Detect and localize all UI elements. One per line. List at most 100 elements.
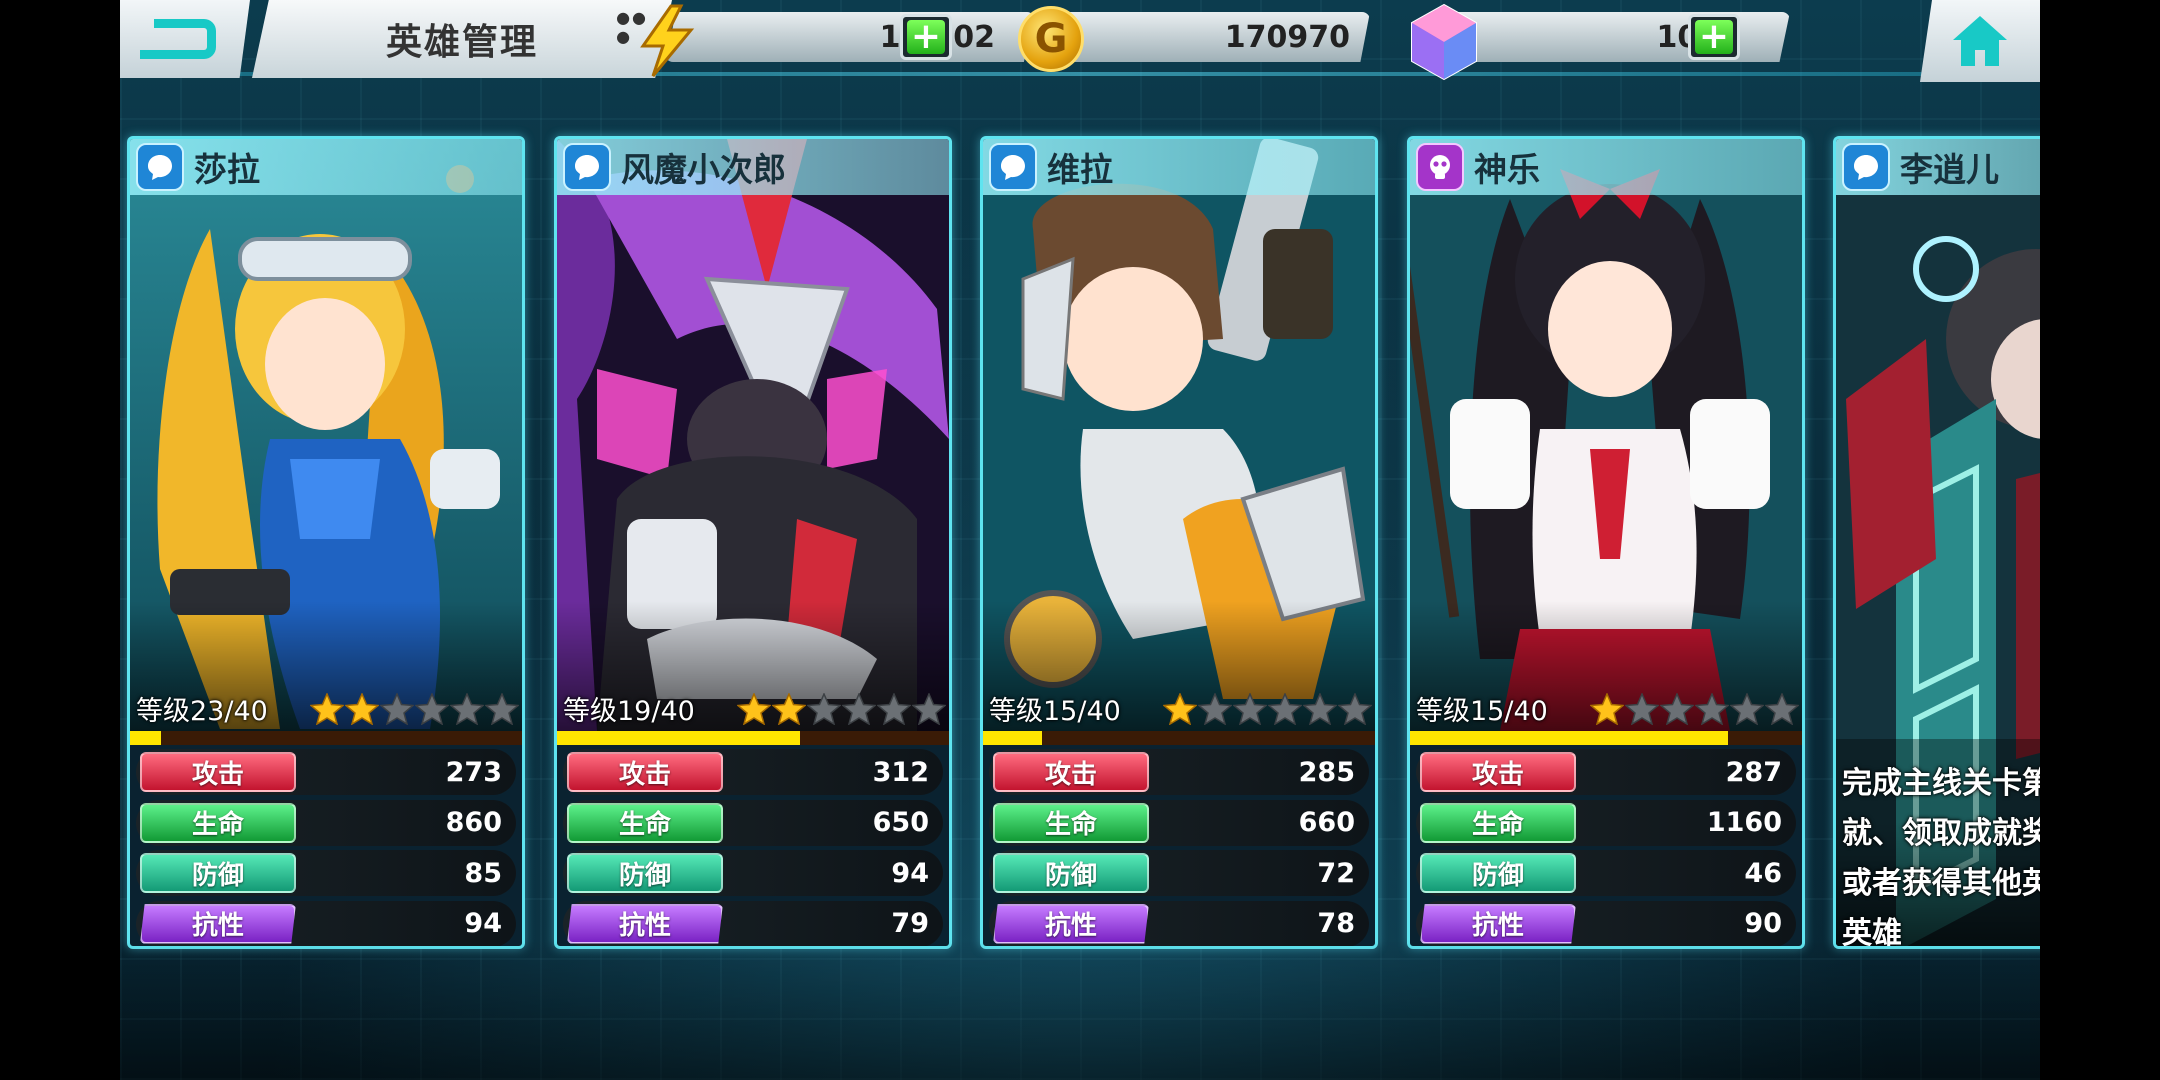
hero-portrait [130, 139, 522, 731]
level-row: 等级15/40 [983, 687, 1375, 729]
xp-fill [130, 731, 162, 745]
star-rating [1590, 693, 1800, 725]
stat-defense: 防御 72 [989, 850, 1369, 896]
hero-name-bar: 神乐 [1410, 139, 1802, 195]
hero-portrait [983, 139, 1375, 731]
stat-value: 46 [1744, 857, 1782, 889]
element-spirit-icon [1416, 143, 1464, 191]
stat-value: 287 [1725, 756, 1782, 788]
xp-fill [1410, 731, 1728, 745]
star-empty-icon [877, 693, 911, 725]
back-icon [140, 19, 216, 59]
unlock-hint: 完成主线关卡第 就、领取成就奖 或者获得其他英 英雄 [1842, 759, 2040, 949]
star-filled-icon [1163, 693, 1197, 725]
stat-value: 90 [1744, 908, 1782, 939]
stat-defense: 防御 46 [1416, 850, 1796, 896]
stat-resistance: 抗性 78 [989, 900, 1369, 946]
stat-resistance: 抗性 79 [563, 900, 943, 946]
hero-management-screen: 英雄管理 ●●● 15/102 + G 170970 1020 + [120, 0, 2040, 1080]
hero-level: 等级15/40 [1416, 695, 1548, 727]
element-water-icon [989, 143, 1037, 191]
stat-value: 273 [445, 756, 502, 788]
hero-portrait [557, 139, 949, 731]
hero-card[interactable]: 神乐 等级15/40 攻击 287 生命 1160 防御 46 抗性 90 [1407, 136, 1805, 949]
home-button[interactable] [1920, 0, 2040, 82]
stat-label: 防御 [993, 853, 1149, 893]
top-bar: 英雄管理 ●●● 15/102 + G 170970 1020 + [120, 0, 2040, 96]
level-row: 等级15/40 [1410, 687, 1802, 729]
add-gems-button[interactable]: + [1688, 14, 1740, 60]
star-empty-icon [1730, 693, 1764, 725]
level-row: 等级19/40 [557, 687, 949, 729]
stats-panel: 攻击 287 生命 1160 防御 46 抗性 90 [1416, 749, 1796, 946]
element-water-icon [136, 143, 184, 191]
stat-label: 生命 [140, 802, 296, 843]
star-empty-icon [450, 693, 484, 725]
stat-label: 抗性 [567, 903, 723, 944]
add-energy-button[interactable]: + [900, 14, 952, 60]
unlock-hint-line: 或者获得其他英 [1842, 866, 2040, 901]
hero-name: 李逍儿 [1900, 150, 1999, 189]
stat-value: 79 [891, 908, 929, 939]
stat-hp: 生命 860 [136, 799, 516, 846]
stat-label: 抗性 [993, 903, 1149, 944]
hero-level: 等级15/40 [989, 695, 1121, 727]
star-empty-icon [1765, 693, 1799, 725]
hero-card[interactable]: 风魔小次郎 等级19/40 攻击 312 生命 650 防御 94 抗性 79 [554, 136, 952, 949]
hero-name-bar: 风魔小次郎 [557, 139, 949, 195]
star-empty-icon [415, 693, 449, 725]
star-filled-icon [310, 693, 344, 725]
stat-value: 85 [464, 857, 502, 889]
xp-bar [130, 731, 522, 745]
stat-label: 生命 [1420, 802, 1576, 843]
stat-label: 攻击 [993, 752, 1149, 792]
level-row: 等级23/40 [130, 687, 522, 729]
star-empty-icon [1660, 693, 1694, 725]
stat-label: 攻击 [140, 752, 296, 792]
stat-value: 78 [1317, 908, 1355, 939]
page-title-plate: 英雄管理 ●● ● [252, 0, 672, 78]
unlock-hint-line: 英雄 [1842, 916, 1902, 949]
star-empty-icon [1233, 693, 1267, 725]
stat-value: 660 [1298, 807, 1355, 838]
back-button[interactable] [120, 0, 250, 78]
stat-label: 防御 [1420, 853, 1576, 893]
star-filled-icon [772, 693, 806, 725]
plus-icon: + [1695, 19, 1733, 55]
hero-name: 维拉 [1047, 150, 1113, 189]
stat-attack: 攻击 273 [136, 749, 516, 795]
hero-name: 莎拉 [194, 150, 260, 189]
unlock-hint-line: 就、领取成就奖 [1842, 816, 2040, 851]
unlock-hint-line: 完成主线关卡第 [1842, 766, 2040, 801]
hero-card[interactable]: 维拉 等级15/40 攻击 285 生命 660 防御 72 抗性 78 [980, 136, 1378, 949]
stat-label: 攻击 [567, 752, 723, 792]
xp-bar [557, 731, 949, 745]
hero-name-bar: 莎拉 [130, 139, 522, 195]
xp-fill [983, 731, 1042, 745]
star-empty-icon [1198, 693, 1232, 725]
xp-bar [1410, 731, 1802, 745]
star-empty-icon [380, 693, 414, 725]
stat-label: 防御 [567, 853, 723, 893]
star-rating [737, 693, 947, 725]
hero-name: 神乐 [1474, 150, 1540, 189]
stat-value: 860 [445, 807, 502, 838]
star-empty-icon [1338, 693, 1372, 725]
element-water-icon [563, 143, 611, 191]
gold-coin-icon: G [1018, 6, 1084, 72]
stat-label: 生命 [993, 802, 1149, 843]
xp-bar [983, 731, 1375, 745]
star-rating [310, 693, 520, 725]
star-empty-icon [1625, 693, 1659, 725]
stat-defense: 防御 94 [563, 850, 943, 896]
star-empty-icon [1303, 693, 1337, 725]
hero-portrait [1410, 139, 1802, 731]
stat-attack: 攻击 285 [989, 749, 1369, 795]
star-filled-icon [345, 693, 379, 725]
star-empty-icon [842, 693, 876, 725]
hero-level: 等级23/40 [136, 695, 268, 727]
hero-card-locked[interactable]: 李逍儿 完成主线关卡第 就、领取成就奖 或者获得其他英 英雄 [1833, 136, 2040, 949]
hero-card[interactable]: 莎拉 等级23/40 攻击 273 生命 860 防御 85 抗性 94 [127, 136, 525, 949]
star-empty-icon [807, 693, 841, 725]
element-water-icon [1842, 143, 1890, 191]
